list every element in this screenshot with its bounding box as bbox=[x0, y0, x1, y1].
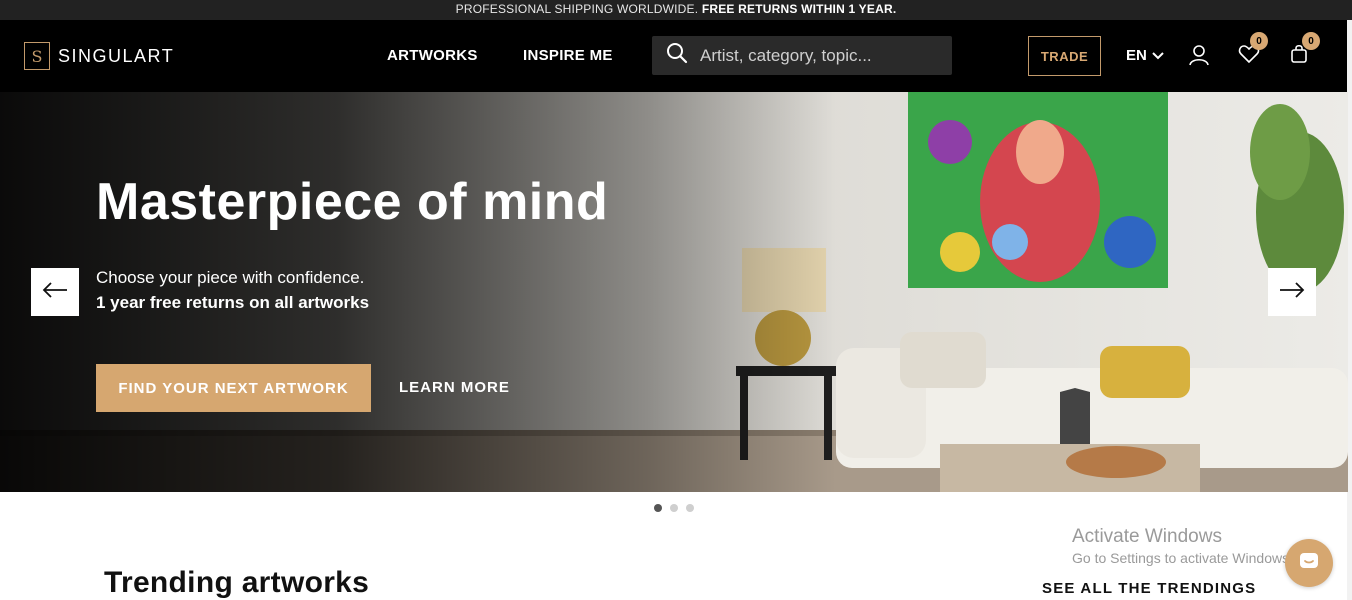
chat-icon bbox=[1297, 549, 1321, 578]
watermark-line-1: Activate Windows bbox=[1072, 526, 1222, 547]
hero-carousel: Masterpiece of mind Choose your piece wi… bbox=[0, 92, 1348, 492]
cart-count-badge: 0 bbox=[1302, 32, 1320, 50]
logo[interactable]: S SINGULART bbox=[24, 42, 174, 70]
carousel-dot[interactable] bbox=[654, 504, 662, 512]
announcement-text-bold: FREE RETURNS WITHIN 1 YEAR. bbox=[701, 2, 897, 16]
carousel-prev-button[interactable] bbox=[31, 268, 79, 316]
trade-button[interactable]: TRADE bbox=[1028, 36, 1101, 76]
wishlist-count-badge: 0 bbox=[1250, 32, 1268, 50]
carousel-dots bbox=[654, 504, 694, 512]
cart-button[interactable]: 0 bbox=[1290, 32, 1320, 68]
announcement-bar: PROFESSIONAL SHIPPING WORLDWIDE. FREE RE… bbox=[0, 0, 1352, 20]
hero-subtitle: Choose your piece with confidence. bbox=[96, 268, 365, 287]
chat-widget-button[interactable] bbox=[1285, 539, 1333, 587]
search-input[interactable] bbox=[700, 45, 940, 66]
trending-title: Trending artworks bbox=[104, 566, 370, 599]
announcement-text: PROFESSIONAL SHIPPING WORLDWIDE. bbox=[455, 2, 699, 16]
logo-text: SINGULART bbox=[58, 45, 175, 66]
carousel-dot[interactable] bbox=[670, 504, 678, 512]
language-label: EN bbox=[1126, 47, 1147, 64]
main-navbar: S SINGULART ARTWORKS INSPIRE ME TRADE EN… bbox=[0, 20, 1352, 92]
wishlist-button[interactable]: 0 bbox=[1238, 32, 1268, 68]
watermark-line-2: Go to Settings to activate Windows. bbox=[1072, 550, 1293, 566]
user-icon[interactable] bbox=[1188, 44, 1212, 68]
carousel-next-button[interactable] bbox=[1268, 268, 1316, 316]
chevron-down-icon bbox=[1152, 47, 1164, 64]
nav-link-inspire-me[interactable]: INSPIRE ME bbox=[523, 47, 613, 64]
language-selector[interactable]: EN bbox=[1126, 47, 1164, 64]
search-bar[interactable] bbox=[652, 36, 952, 75]
logo-mark: S bbox=[24, 42, 50, 70]
find-artwork-button[interactable]: FIND YOUR NEXT ARTWORK bbox=[96, 364, 371, 412]
hero-gradient-overlay bbox=[0, 92, 1348, 492]
nav-link-artworks[interactable]: ARTWORKS bbox=[387, 47, 478, 64]
learn-more-link[interactable]: LEARN MORE bbox=[399, 379, 510, 396]
shopping-bag-icon bbox=[1290, 44, 1308, 68]
search-icon[interactable] bbox=[666, 42, 688, 69]
arrow-left-icon bbox=[42, 281, 68, 303]
heart-icon bbox=[1238, 45, 1260, 68]
see-all-trendings-link[interactable]: SEE ALL THE TRENDINGS bbox=[1042, 580, 1256, 597]
carousel-dot[interactable] bbox=[686, 504, 694, 512]
hero-subtitle-bold: 1 year free returns on all artworks bbox=[96, 293, 370, 312]
windows-activation-watermark: Activate Windows Go to Settings to activ… bbox=[1072, 526, 1293, 566]
arrow-right-icon bbox=[1279, 281, 1305, 303]
hero-title: Masterpiece of mind bbox=[96, 173, 609, 231]
